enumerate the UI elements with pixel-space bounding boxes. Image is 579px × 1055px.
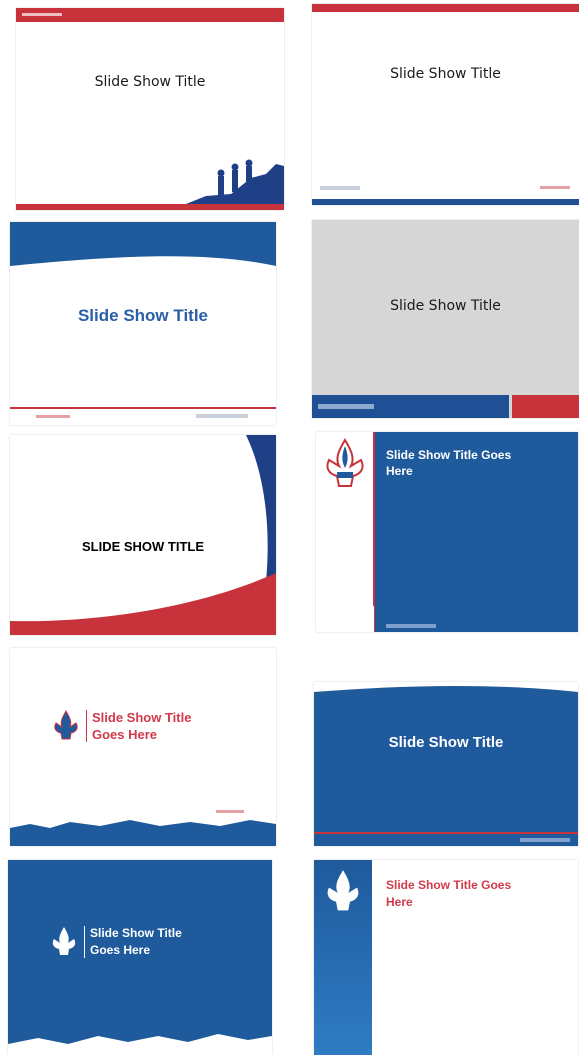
- slide-title: Slide Show Title: [390, 298, 501, 314]
- title-divider: [84, 926, 85, 958]
- title-line-2: Goes Here: [90, 943, 151, 957]
- title-line-2: Goes Here: [92, 727, 158, 742]
- title-line-2: Here: [386, 895, 413, 909]
- footer-red-tag: [216, 810, 244, 813]
- template-thumbnail-6[interactable]: Slide Show Title Goes Here: [316, 432, 578, 632]
- template-thumbnail-2[interactable]: Slide Show Title: [312, 4, 579, 205]
- top-white-curve: [314, 682, 578, 692]
- template-thumbnail-8[interactable]: Slide Show Title: [314, 682, 578, 846]
- template-thumbnail-5[interactable]: SLIDE SHOW TITLE: [10, 435, 276, 635]
- bottom-landscape-silhouette: [10, 820, 276, 846]
- title-line-1: Slide Show Title: [90, 926, 182, 940]
- fleur-de-lis-emblem-icon: [327, 870, 359, 911]
- title-line-1: Slide Show Title: [92, 710, 192, 725]
- title-line-2: Here: [386, 464, 413, 478]
- footer-tag: [540, 186, 570, 189]
- slide-title: Slide Show Title: [94, 74, 206, 90]
- footer-left-text: [36, 415, 70, 418]
- top-red-rule: [312, 4, 579, 12]
- template-thumbnail-7[interactable]: Slide Show Title Goes Here: [10, 648, 276, 846]
- template-thumbnail-10[interactable]: Slide Show Title Goes Here: [314, 860, 578, 1055]
- slide-title: Slide Show Title: [77, 306, 209, 325]
- footer-right-logo: [196, 414, 248, 418]
- title-line-1: Slide Show Title Goes: [386, 878, 512, 892]
- header-logo-text: [22, 13, 62, 16]
- bottom-red-rule: [16, 204, 284, 210]
- fleur-de-lis-emblem-icon: [54, 710, 78, 740]
- footer-logo-text: [318, 404, 374, 409]
- template-thumbnail-9[interactable]: Slide Show Title Goes Here: [8, 860, 272, 1055]
- slide-title: Slide Show Title: [388, 734, 504, 751]
- bottom-red-rule: [10, 407, 276, 409]
- title-divider: [86, 710, 87, 742]
- bottom-white-silhouette: [316, 602, 374, 632]
- top-blue-wave: [10, 222, 276, 266]
- slide-title: Slide Show Title: [390, 66, 501, 82]
- template-thumbnail-1[interactable]: Slide Show Title: [16, 8, 284, 210]
- bottom-blue-band: [312, 199, 579, 205]
- template-thumbnail-4[interactable]: Slide Show Title: [312, 220, 579, 418]
- slide-title: SLIDE SHOW TITLE: [81, 539, 205, 554]
- bottom-red-rule: [314, 832, 578, 834]
- bottom-white-silhouette: [8, 1034, 272, 1055]
- footer-logo: [320, 186, 360, 190]
- footer-logo: [520, 838, 570, 842]
- template-thumbnail-3[interactable]: Slide Show Title: [10, 222, 276, 425]
- title-line-1: Slide Show Title Goes: [386, 448, 512, 462]
- bottom-red-block: [512, 395, 579, 418]
- fleur-de-lis-emblem-icon: [52, 927, 76, 955]
- fleur-de-lis-emblem-icon: [326, 438, 364, 487]
- hikers-silhouette: [176, 159, 284, 208]
- footer-logo: [386, 624, 436, 628]
- frame-swooshes: [10, 435, 276, 635]
